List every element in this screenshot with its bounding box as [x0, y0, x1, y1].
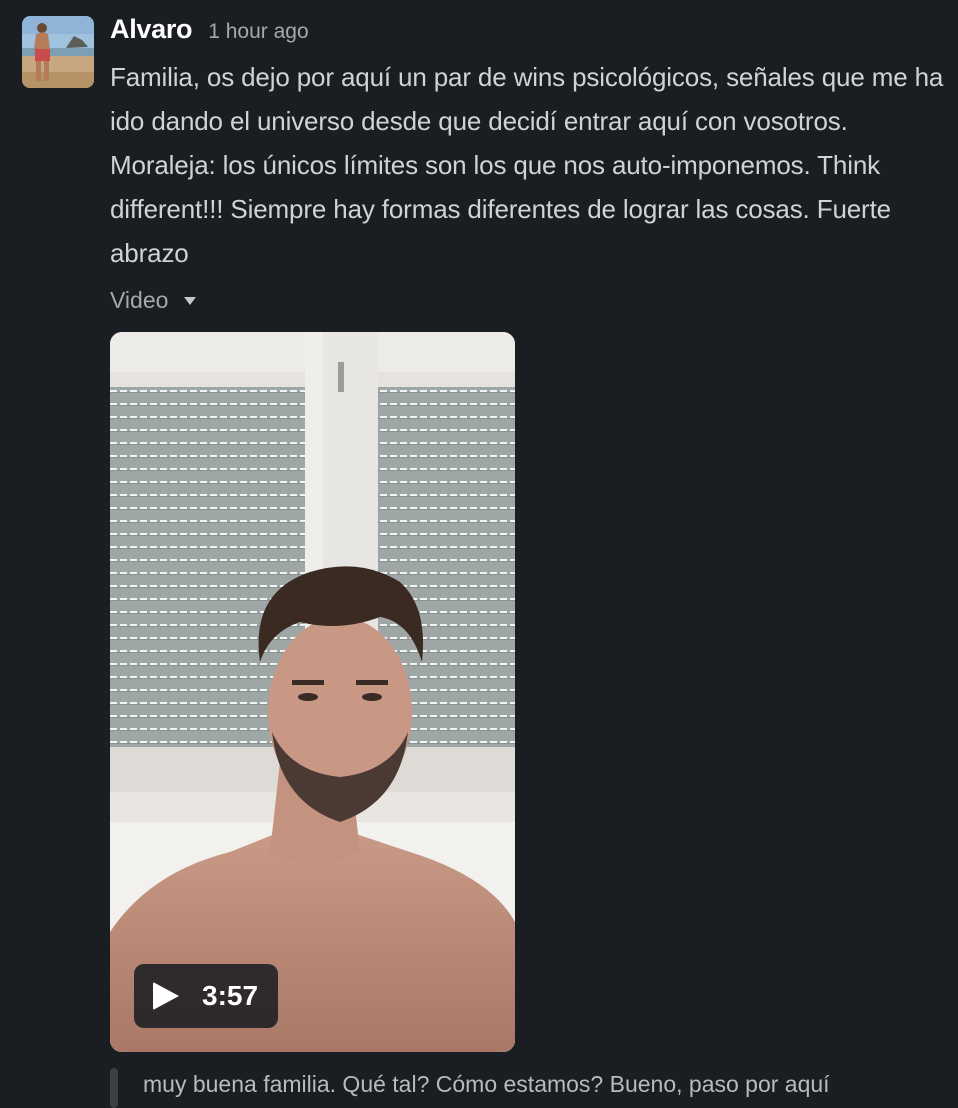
message-header: Alvaro 1 hour ago	[110, 14, 309, 50]
message: Alvaro 1 hour ago Familia, os dejo por a…	[0, 0, 958, 1108]
author-name[interactable]: Alvaro	[110, 14, 193, 45]
message-text: Familia, os dejo por aquí un par de wins…	[110, 62, 944, 268]
avatar-image	[22, 16, 94, 88]
quoted-reply[interactable]: muy buena familia. Qué tal? Cómo estamos…	[110, 1068, 950, 1108]
video-duration: 3:57	[202, 980, 259, 1011]
caret-down-icon	[184, 296, 197, 305]
attachment-toggle[interactable]: Video	[110, 287, 197, 314]
video-thumbnail	[110, 332, 515, 1052]
avatar[interactable]	[22, 16, 94, 88]
quote-bar	[110, 1068, 118, 1108]
play-button[interactable]: 3:57	[134, 964, 278, 1028]
video-attachment[interactable]: 3:57	[110, 332, 515, 1052]
play-icon	[153, 982, 179, 1010]
message-timestamp[interactable]: 1 hour ago	[208, 20, 308, 44]
attachment-label: Video	[110, 287, 169, 313]
quoted-reply-text: muy buena familia. Qué tal? Cómo estamos…	[143, 1071, 830, 1097]
